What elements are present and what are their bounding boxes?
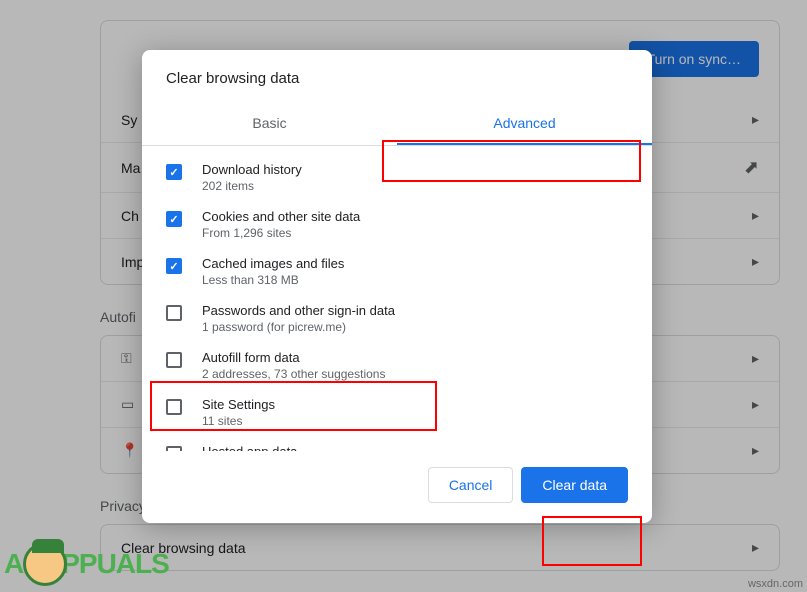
dialog-title: Clear browsing data bbox=[142, 50, 652, 103]
checkbox-cached[interactable] bbox=[166, 258, 182, 274]
checkbox-site-settings[interactable] bbox=[166, 399, 182, 415]
item-title: Autofill form data bbox=[202, 350, 628, 365]
tab-advanced[interactable]: Advanced bbox=[397, 103, 652, 145]
item-subtitle: From 1,296 sites bbox=[202, 226, 628, 240]
dialog-actions: Cancel Clear data bbox=[142, 451, 652, 523]
item-passwords: Passwords and other sign-in data 1 passw… bbox=[142, 295, 652, 342]
item-title: Hosted app data bbox=[202, 444, 628, 451]
checkbox-download-history[interactable] bbox=[166, 164, 182, 180]
item-hosted-app: Hosted app data bbox=[142, 436, 652, 451]
item-title: Passwords and other sign-in data bbox=[202, 303, 628, 318]
dialog-tabs: Basic Advanced bbox=[142, 103, 652, 146]
clear-browsing-data-dialog: Clear browsing data Basic Advanced Downl… bbox=[142, 50, 652, 523]
item-subtitle: 2 addresses, 73 other suggestions bbox=[202, 367, 628, 381]
item-subtitle: 202 items bbox=[202, 179, 628, 193]
item-site-settings: Site Settings 11 sites bbox=[142, 389, 652, 436]
options-list[interactable]: Download history 202 items Cookies and o… bbox=[142, 146, 652, 451]
checkbox-autofill[interactable] bbox=[166, 352, 182, 368]
cancel-button[interactable]: Cancel bbox=[428, 467, 514, 503]
brand-letter: A bbox=[4, 548, 23, 580]
item-autofill: Autofill form data 2 addresses, 73 other… bbox=[142, 342, 652, 389]
appuals-watermark: A PPUALS bbox=[4, 542, 169, 586]
item-title: Cookies and other site data bbox=[202, 209, 628, 224]
appuals-face-icon bbox=[23, 542, 67, 586]
checkbox-cookies[interactable] bbox=[166, 211, 182, 227]
item-subtitle: 11 sites bbox=[202, 414, 628, 428]
item-subtitle: 1 password (for picrew.me) bbox=[202, 320, 628, 334]
checkbox-hosted-app[interactable] bbox=[166, 446, 182, 451]
item-title: Download history bbox=[202, 162, 628, 177]
item-cookies: Cookies and other site data From 1,296 s… bbox=[142, 201, 652, 248]
item-title: Cached images and files bbox=[202, 256, 628, 271]
brand-rest: PPUALS bbox=[61, 548, 169, 580]
site-watermark: wsxdn.com bbox=[748, 578, 803, 590]
item-cached: Cached images and files Less than 318 MB bbox=[142, 248, 652, 295]
clear-data-button[interactable]: Clear data bbox=[521, 467, 628, 503]
item-subtitle: Less than 318 MB bbox=[202, 273, 628, 287]
item-download-history: Download history 202 items bbox=[142, 154, 652, 201]
checkbox-passwords[interactable] bbox=[166, 305, 182, 321]
tab-basic[interactable]: Basic bbox=[142, 103, 397, 145]
item-title: Site Settings bbox=[202, 397, 628, 412]
